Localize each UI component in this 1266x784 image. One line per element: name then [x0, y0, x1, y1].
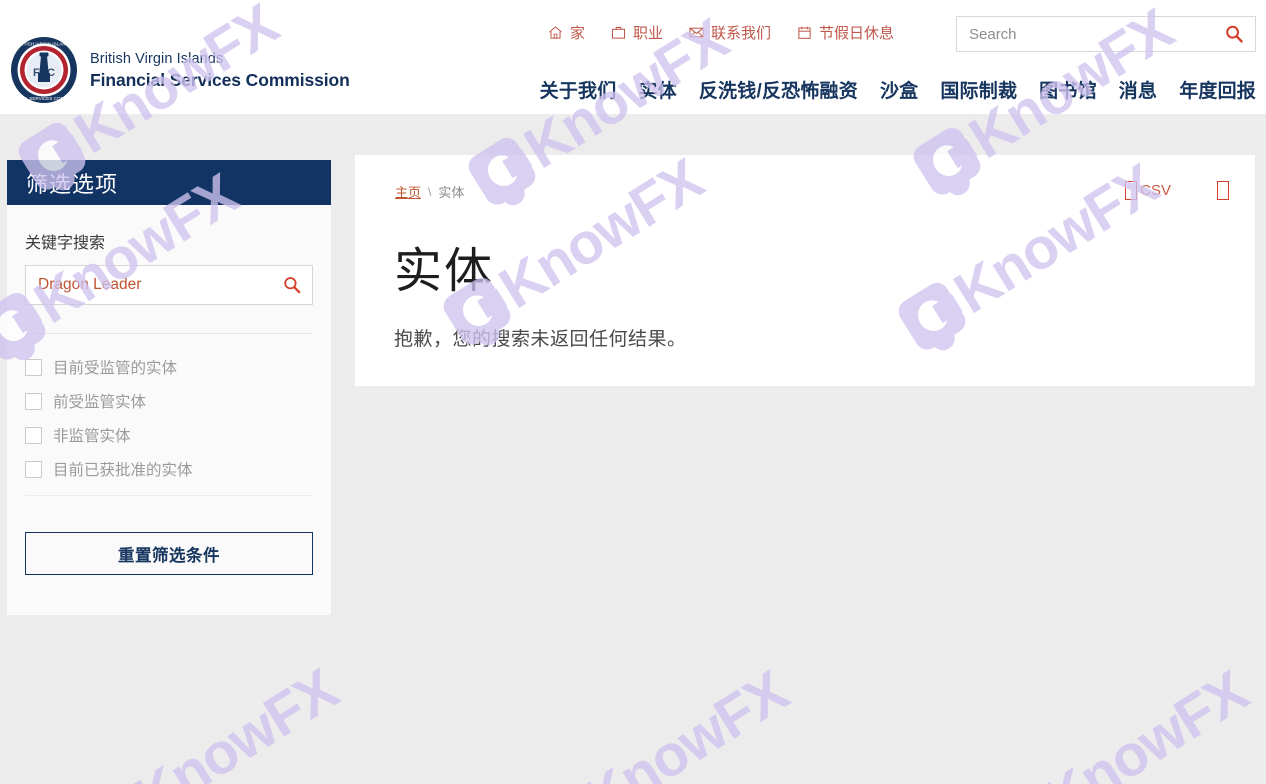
breadcrumb-home-link[interactable]: 主页: [395, 182, 421, 201]
main-nav-item-sanctions[interactable]: 国际制裁: [940, 76, 1017, 103]
filter-panel: 筛选选项 关键字搜索 目前受监管的实体: [7, 160, 331, 615]
watermark-text: KnowFX: [1033, 658, 1259, 784]
filter-checkbox-label: 目前已获批准的实体: [53, 462, 193, 479]
reset-filters-wrap: 重置筛选条件: [25, 496, 313, 615]
header-search-button[interactable]: [1213, 17, 1255, 51]
main-nav-item-library[interactable]: 图书馆: [1039, 76, 1097, 103]
logo-line-1: British Virgin Islands: [90, 51, 224, 68]
breadcrumb-separator: \: [428, 184, 432, 199]
sidebar: 筛选选项 关键字搜索 目前受监管的实体: [7, 160, 331, 615]
main-nav-item-sandbox[interactable]: 沙盒: [880, 76, 918, 103]
utility-nav-item-holidays[interactable]: 节假日休息: [797, 22, 894, 43]
svg-text:FINANCIAL SERVICES COMMISSION: FINANCIAL SERVICES COMMISSION: [10, 96, 78, 101]
watermark-text: KnowFX: [123, 656, 349, 784]
print-icon[interactable]: [1217, 181, 1229, 200]
keyword-search-input[interactable]: [26, 266, 272, 304]
export-csv-label: CSV: [1140, 182, 1171, 199]
bvi-fsc-seal-logo-icon: FSC BRITISH VIRGIN ISLANDS FINANCIAL SER…: [4, 36, 84, 104]
filter-checkbox-non-regulated[interactable]: 非监管实体: [25, 424, 313, 446]
export-csv-button[interactable]: CSV: [1125, 181, 1171, 200]
filter-panel-body: 关键字搜索 目前受监管的实体: [7, 205, 331, 615]
watermark: KnowFX: [521, 658, 799, 784]
keyword-search-button[interactable]: [272, 266, 312, 304]
filter-checkbox-label: 非监管实体: [53, 428, 131, 445]
reset-filters-button[interactable]: 重置筛选条件: [25, 532, 313, 575]
checkbox-box[interactable]: [25, 460, 42, 478]
checkbox-box[interactable]: [25, 426, 42, 444]
site-header: FSC BRITISH VIRGIN ISLANDS FINANCIAL SER…: [0, 0, 1266, 114]
export-tools: CSV: [1125, 181, 1229, 200]
main-nav-item-news[interactable]: 消息: [1119, 76, 1157, 103]
svg-text:FSC: FSC: [33, 67, 55, 79]
site-logo[interactable]: FSC BRITISH VIRGIN ISLANDS FINANCIAL SER…: [4, 36, 350, 104]
filter-checkbox-group: 目前受监管的实体 前受监管实体 非监管实体 目前已获批准的实体: [25, 334, 313, 480]
main-content-card: 主页 \ 实体 CSV 实体 抱歉，您的搜索未返回任何结果。: [355, 155, 1255, 386]
main-nav: 关于我们 实体 反洗钱/反恐怖融资 沙盒 国际制裁 图书馆 消息 年度回报: [540, 76, 1256, 103]
envelope-icon: [689, 27, 704, 38]
header-search-input[interactable]: [957, 17, 1213, 51]
utility-nav: 家 职业 联系我们 节假日休息: [548, 22, 894, 43]
watermark: KnowFX: [71, 656, 349, 784]
main-nav-item-entities[interactable]: 实体: [638, 76, 676, 103]
watermark-text: KnowFX: [573, 658, 799, 784]
keyword-search-box[interactable]: [25, 265, 313, 305]
search-icon: [284, 277, 301, 294]
csv-download-icon[interactable]: [1125, 181, 1138, 200]
filter-checkbox-currently-regulated[interactable]: 目前受监管的实体: [25, 356, 313, 378]
filter-checkbox-label: 前受监管实体: [53, 394, 147, 411]
breadcrumb: 主页 \ 实体: [395, 182, 464, 201]
briefcase-icon: [612, 26, 626, 39]
calendar-icon: [798, 26, 811, 39]
utility-nav-item-home[interactable]: 家: [548, 22, 585, 43]
no-results-message: 抱歉，您的搜索未返回任何结果。: [394, 329, 687, 350]
utility-nav-label-contact: 联系我们: [711, 25, 772, 42]
utility-nav-item-contact[interactable]: 联系我们: [689, 22, 771, 43]
checkbox-box[interactable]: [25, 392, 42, 410]
filter-panel-title: 筛选选项: [7, 160, 331, 205]
page-root: FSC BRITISH VIRGIN ISLANDS FINANCIAL SER…: [0, 0, 1266, 784]
page-title: 实体: [394, 243, 495, 299]
utility-nav-item-careers[interactable]: 职业: [611, 22, 663, 43]
main-nav-item-aml-cft[interactable]: 反洗钱/反恐怖融资: [699, 76, 858, 103]
utility-nav-label-home: 家: [570, 25, 586, 42]
logo-text: British Virgin Islands Financial Service…: [90, 50, 350, 90]
main-nav-item-annual-returns[interactable]: 年度回报: [1179, 76, 1256, 103]
filter-checkbox-formerly-regulated[interactable]: 前受监管实体: [25, 390, 313, 412]
search-icon: [1226, 25, 1243, 43]
keyword-search-label: 关键字搜索: [25, 235, 106, 252]
breadcrumb-current: 实体: [438, 185, 465, 200]
header-search-box[interactable]: [956, 16, 1256, 52]
filter-checkbox-currently-approved[interactable]: 目前已获批准的实体: [25, 458, 313, 480]
utility-nav-label-holidays: 节假日休息: [819, 25, 895, 42]
watermark: KnowFX: [981, 658, 1259, 784]
filter-checkbox-label: 目前受监管的实体: [53, 360, 178, 377]
home-icon: [549, 26, 562, 39]
checkbox-box[interactable]: [25, 358, 42, 376]
logo-line-2: Financial Services Commission: [90, 69, 350, 90]
svg-text:BRITISH VIRGIN ISLANDS: BRITISH VIRGIN ISLANDS: [16, 41, 72, 46]
main-nav-item-about[interactable]: 关于我们: [540, 76, 617, 103]
utility-nav-label-careers: 职业: [633, 25, 664, 42]
